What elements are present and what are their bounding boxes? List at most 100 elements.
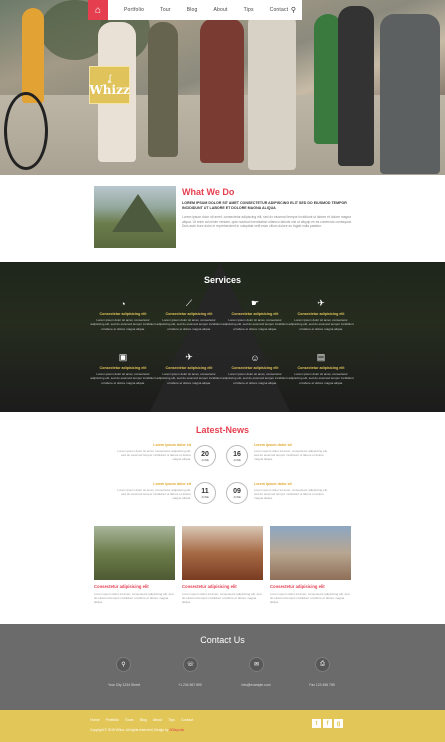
service-heading: Consectetur adipisicing elit: [99, 366, 147, 370]
news-item: Lorem ipsum dolor sit Lorem ipsum dolor …: [116, 482, 191, 501]
home-icon[interactable]: ⌂: [88, 0, 108, 20]
road-icon: ⟋: [185, 298, 193, 308]
nav-item-portfolio[interactable]: Portfolio: [124, 7, 144, 13]
hero-bicycle: [4, 92, 48, 170]
facebook-icon[interactable]: f: [323, 719, 332, 728]
service-text: Lorem ipsum dolor sit amet, consectetur …: [90, 318, 156, 331]
walking-icon: ☺: [250, 352, 260, 363]
news-date-month: JUNE: [233, 457, 241, 462]
footer-link-portfolio[interactable]: Portfolio: [106, 718, 119, 722]
thumb-caption[interactable]: Consectetur adipisicing elit: [270, 584, 351, 589]
service-item: ✈ Consectetur adipisicing elit Lorem ips…: [288, 298, 354, 331]
site-logo[interactable]: ʆ Whizz: [89, 66, 130, 104]
news-text: Lorem ipsum dolor sit amet, consectetur …: [254, 449, 328, 462]
service-item: ☺ Consectetur adipisicing elit Lorem ips…: [222, 352, 288, 385]
service-item: ◔ Consectetur adipisicing elit Lorem ips…: [90, 298, 156, 331]
news-date-badge: 11 JUNE: [194, 482, 216, 504]
nav-item-tips[interactable]: Tips: [244, 7, 254, 13]
service-item: ☛ Consectetur adipisicing elit Lorem ips…: [222, 298, 288, 331]
news-text: Lorem ipsum dolor sit amet, consectetur …: [117, 449, 191, 462]
news-item: Lorem ipsum dolor sit Lorem ipsum dolor …: [116, 443, 191, 462]
service-heading: Consectetur adipisicing elit: [231, 366, 279, 370]
what-we-do-image: [94, 186, 176, 248]
location-icon: ⚲: [116, 657, 131, 672]
thumb-canyon-image[interactable]: [182, 526, 263, 580]
news-date-day: 20: [201, 450, 209, 458]
thumb-caption[interactable]: Consectetur adipisicing elit: [182, 584, 263, 589]
hero-person: [338, 6, 374, 166]
service-heading: Consectetur adipisicing elit: [297, 366, 345, 370]
service-text: Lorem ipsum dolor sit amet, consectetur …: [288, 318, 354, 331]
service-item: ▤ Consectetur adipisicing elit Lorem ips…: [288, 352, 354, 385]
service-heading: Consectetur adipisicing elit: [165, 366, 213, 370]
google-plus-icon[interactable]: g: [334, 719, 343, 728]
hero-banner: ⌂ Portfolio Tour Blog About Tips Contact…: [0, 0, 445, 175]
footer-link-about[interactable]: About: [153, 718, 162, 722]
news-heading[interactable]: Lorem ipsum dolor sit: [254, 482, 329, 486]
footer-link-blog[interactable]: Blog: [140, 718, 147, 722]
service-item: ✈ Consectetur adipisicing elit Lorem ips…: [156, 352, 222, 385]
thumb-hiker-image[interactable]: [94, 526, 175, 580]
news-heading[interactable]: Lorem ipsum dolor sit: [254, 443, 329, 447]
news-item: Lorem ipsum dolor sit Lorem ipsum dolor …: [254, 443, 329, 462]
email-icon: ✉: [249, 657, 264, 672]
search-icon[interactable]: ⚲: [291, 6, 296, 14]
contact-address: Your City 1234 Street: [107, 683, 141, 687]
hero-person: [380, 14, 440, 174]
main-nav: ⌂ Portfolio Tour Blog About Tips Contact…: [88, 0, 302, 20]
service-text: Lorem ipsum dolor sit amet, consectetur …: [156, 318, 222, 331]
service-heading: Consectetur adipisicing elit: [231, 312, 279, 316]
nav-item-about[interactable]: About: [214, 7, 228, 13]
thumb-caption[interactable]: Consectetur adipisicing elit: [94, 584, 175, 589]
service-text: Lorem ipsum dolor sit amet, consectetur …: [222, 318, 288, 331]
thumb-text: Lorem ipsum dolor sit amet, consectetur …: [94, 592, 174, 605]
twitter-icon[interactable]: t: [312, 719, 321, 728]
contact-email[interactable]: info@example.com: [226, 683, 286, 687]
footer-copyright: Copyright © 2015 Whizz. All rights reser…: [90, 728, 184, 732]
copyright-link[interactable]: W3layouts: [169, 728, 184, 732]
bus-icon: ▣: [118, 352, 128, 362]
service-text: Lorem ipsum dolor sit amet, consectetur …: [90, 372, 156, 385]
news-date-badge: 09 JUNE: [226, 482, 248, 504]
news-date-month: JUNE: [233, 494, 241, 499]
contact-fax: Fax 123 456 789: [309, 683, 335, 687]
service-text: Lorem ipsum dolor sit amet, consectetur …: [288, 372, 354, 385]
contact-title: Contact Us: [200, 635, 245, 645]
service-heading: Consectetur adipisicing elit: [165, 312, 213, 316]
what-we-do-lead: LOREM IPSUM DOLOR SIT AMET CONSECTETUR A…: [182, 201, 347, 210]
contact-phone: +1 234 567 890: [178, 683, 202, 687]
what-we-do-body: Lorem ipsum dolor sit amet, consectetur …: [182, 215, 352, 229]
news-date-month: JUNE: [201, 494, 209, 499]
nav-item-blog[interactable]: Blog: [187, 7, 198, 13]
news-heading[interactable]: Lorem ipsum dolor sit: [116, 443, 191, 447]
news-date-badge: 16 JUNE: [226, 445, 248, 467]
news-item: Lorem ipsum dolor sit Lorem ipsum dolor …: [254, 482, 329, 501]
service-heading: Consectetur adipisicing elit: [99, 312, 147, 316]
footer-link-tours[interactable]: Tours: [125, 718, 134, 722]
thumb-text: Lorem ipsum dolor sit amet, consectetur …: [270, 592, 350, 605]
footer-link-tips[interactable]: Tips: [168, 718, 175, 722]
thumb-traveler-image[interactable]: [270, 526, 351, 580]
airplane-icon: ✈: [185, 352, 193, 362]
footer-link-contact[interactable]: Contact: [181, 718, 193, 722]
news-date-badge: 20 JUNE: [194, 445, 216, 467]
mountain-shape: [112, 194, 164, 232]
news-date-day: 16: [233, 450, 241, 458]
footer: [0, 710, 445, 742]
hero-person: [148, 22, 178, 157]
print-icon: ⎙: [315, 657, 330, 672]
service-item: ⟋ Consectetur adipisicing elit Lorem ips…: [156, 298, 222, 331]
footer-link-home[interactable]: Home: [90, 718, 100, 722]
nav-item-tour[interactable]: Tour: [160, 7, 171, 13]
news-date-day: 09: [233, 487, 241, 495]
hero-person: [200, 18, 244, 163]
news-date-day: 11: [201, 487, 209, 495]
thumb-text: Lorem ipsum dolor sit amet, consectetur …: [182, 592, 262, 605]
news-text: Lorem ipsum dolor sit amet, consectetur …: [254, 488, 328, 501]
money-icon: ▤: [316, 352, 326, 362]
hero-person: [248, 10, 296, 170]
news-heading[interactable]: Lorem ipsum dolor sit: [116, 482, 191, 486]
latest-news-title: Latest-News: [195, 425, 249, 435]
nav-item-contact[interactable]: Contact: [270, 7, 289, 13]
service-item: ▣ Consectetur adipisicing elit Lorem ips…: [90, 352, 156, 385]
